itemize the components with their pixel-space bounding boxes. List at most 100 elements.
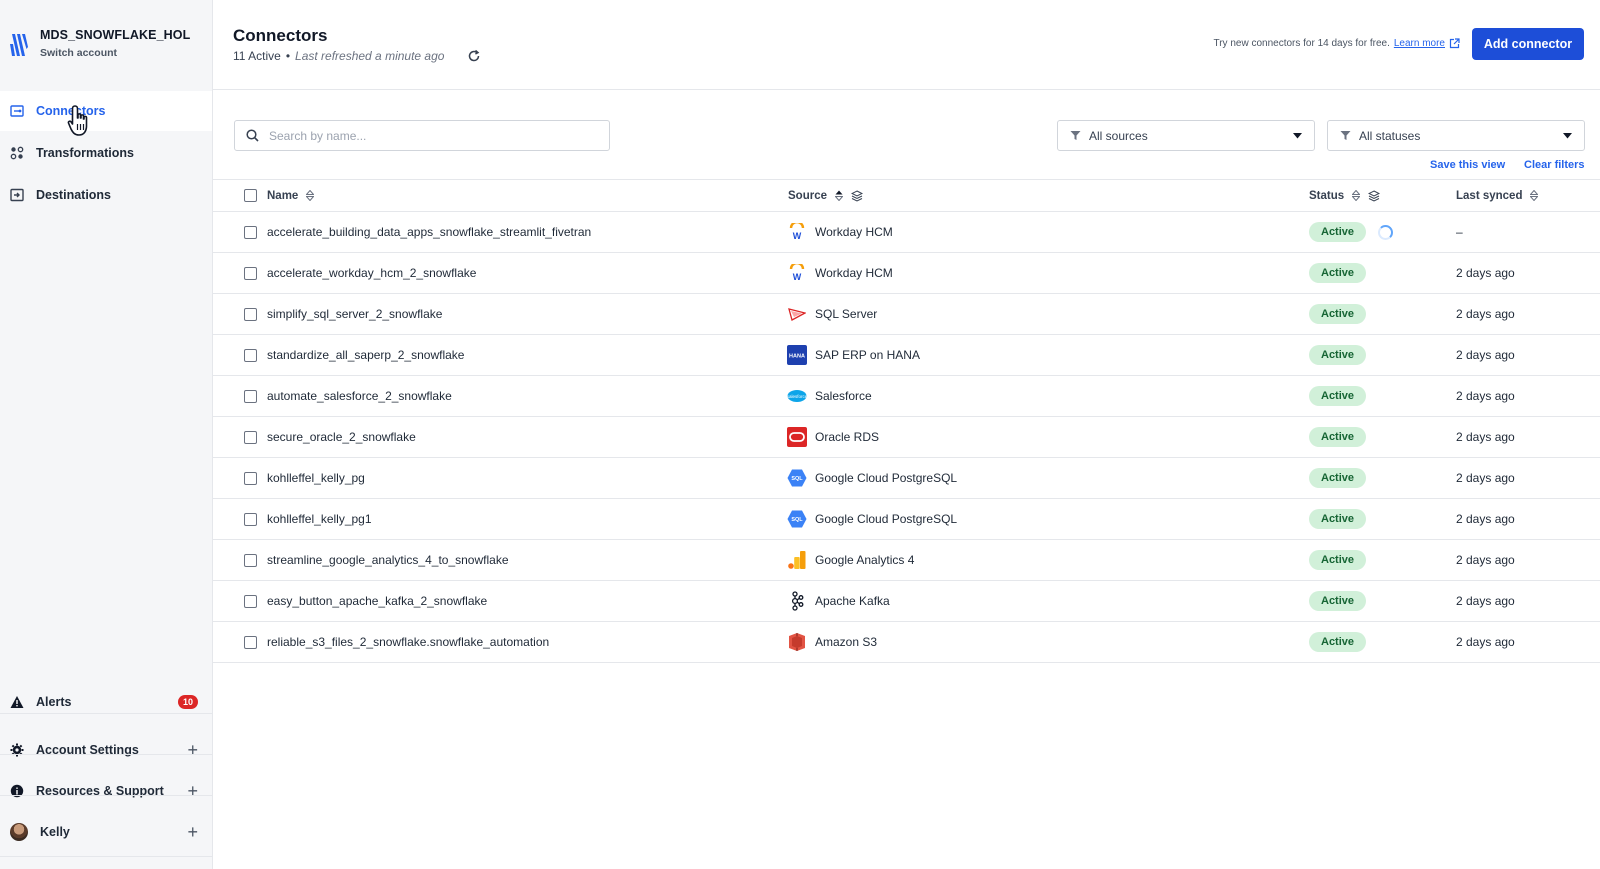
status-badge: Active <box>1309 632 1367 652</box>
connector-name-cell[interactable]: kohlleffel_kelly_pg <box>267 458 365 498</box>
table-row[interactable]: automate_salesforce_2_snowflake salesfor… <box>213 376 1600 417</box>
sort-icon[interactable] <box>835 190 843 201</box>
sort-icon[interactable] <box>1352 190 1361 201</box>
table-row[interactable]: kohlleffel_kelly_pg1 SQL Google Cloud Po… <box>213 499 1600 540</box>
connector-name[interactable]: accelerate_workday_hcm_2_snowflake <box>267 266 476 280</box>
connector-name[interactable]: streamline_google_analytics_4_to_snowfla… <box>267 553 509 567</box>
connector-name-cell[interactable]: standardize_all_saperp_2_snowflake <box>267 335 464 375</box>
connector-name[interactable]: kohlleffel_kelly_pg1 <box>267 512 372 526</box>
expand-plus-icon[interactable]: + <box>187 741 198 759</box>
connector-name[interactable]: easy_button_apache_kafka_2_snowflake <box>267 594 487 608</box>
switch-account-link[interactable]: Switch account <box>40 47 190 59</box>
source-column-header[interactable]: Source <box>788 180 863 211</box>
nav-item-account-settings[interactable]: Account Settings + <box>0 730 212 770</box>
chevron-down-icon <box>1293 132 1302 138</box>
connector-name-cell[interactable]: accelerate_building_data_apps_snowflake_… <box>267 212 591 252</box>
source-name: SAP ERP on HANA <box>815 348 920 362</box>
last-synced-cell: 2 days ago <box>1456 335 1515 375</box>
table-row[interactable]: accelerate_building_data_apps_snowflake_… <box>213 212 1600 253</box>
status-cell: Active <box>1309 417 1367 457</box>
table-row[interactable]: simplify_sql_server_2_snowflake SQL Serv… <box>213 294 1600 335</box>
row-checkbox[interactable] <box>244 225 257 239</box>
nav-item-connectors[interactable]: Connectors <box>0 91 212 131</box>
name-column-header[interactable]: Name <box>267 180 315 211</box>
status-badge: Active <box>1309 386 1367 406</box>
table-row[interactable]: accelerate_workday_hcm_2_snowflake W Wor… <box>213 253 1600 294</box>
account-name: MDS_SNOWFLAKE_HOL <box>40 28 191 42</box>
connector-name-cell[interactable]: reliable_s3_files_2_snowflake.snowflake_… <box>267 622 549 662</box>
status-column-header[interactable]: Status <box>1309 180 1381 211</box>
learn-more-link[interactable]: Learn more <box>1394 38 1445 49</box>
nav-item-destinations[interactable]: Destinations <box>0 175 212 215</box>
table-row[interactable]: standardize_all_saperp_2_snowflake HANA … <box>213 335 1600 376</box>
connector-name[interactable]: automate_salesforce_2_snowflake <box>267 389 452 403</box>
last-synced-column-header[interactable]: Last synced <box>1456 180 1539 211</box>
table-row[interactable]: secure_oracle_2_snowflake Oracle RDS Act… <box>213 417 1600 458</box>
row-checkbox[interactable] <box>244 635 257 649</box>
last-synced-value: – <box>1456 225 1463 239</box>
nav-item-label: Connectors <box>36 104 106 118</box>
table-row[interactable]: easy_button_apache_kafka_2_snowflake Apa… <box>213 581 1600 622</box>
group-by-layers-icon[interactable] <box>1368 189 1381 202</box>
nav-item-alerts[interactable]: Alerts 10 <box>0 683 212 721</box>
connector-summary: 11 Active • Last refreshed a minute ago <box>233 49 481 63</box>
sort-icon[interactable] <box>1530 190 1539 201</box>
connector-name-cell[interactable]: streamline_google_analytics_4_to_snowfla… <box>267 540 509 580</box>
connector-name-cell[interactable]: accelerate_workday_hcm_2_snowflake <box>267 253 476 293</box>
row-checkbox[interactable] <box>244 389 257 403</box>
connector-name[interactable]: simplify_sql_server_2_snowflake <box>267 307 442 321</box>
connector-name-cell[interactable]: easy_button_apache_kafka_2_snowflake <box>267 581 487 621</box>
external-link-icon[interactable] <box>1449 38 1460 49</box>
last-synced-cell: 2 days ago <box>1456 253 1515 293</box>
clear-filters-button[interactable]: Clear filters <box>1524 159 1585 171</box>
table-row[interactable]: reliable_s3_files_2_snowflake.snowflake_… <box>213 622 1600 663</box>
refresh-icon[interactable] <box>467 49 481 63</box>
add-connector-button[interactable]: Add connector <box>1472 28 1584 60</box>
row-checkbox[interactable] <box>244 512 257 526</box>
account-switcher[interactable]: MDS_SNOWFLAKE_HOL Switch account <box>10 28 190 60</box>
nav-item-user[interactable]: Kelly + <box>0 812 212 852</box>
row-checkbox[interactable] <box>244 471 257 485</box>
search-input[interactable] <box>269 128 589 143</box>
group-by-layers-icon[interactable] <box>851 189 863 202</box>
nav-item-label: Alerts <box>36 695 72 709</box>
row-checkbox-cell <box>244 253 257 293</box>
source-cell: Apache Kafka <box>787 581 890 621</box>
source-name: SQL Server <box>815 307 878 321</box>
sources-filter-select[interactable]: All sources <box>1057 120 1315 151</box>
table-row[interactable]: streamline_google_analytics_4_to_snowfla… <box>213 540 1600 581</box>
row-checkbox[interactable] <box>244 348 257 362</box>
connector-name[interactable]: secure_oracle_2_snowflake <box>267 430 416 444</box>
source-name: Amazon S3 <box>815 635 878 649</box>
table-row[interactable]: kohlleffel_kelly_pg SQL Google Cloud Pos… <box>213 458 1600 499</box>
connector-name[interactable]: kohlleffel_kelly_pg <box>267 471 365 485</box>
nav-item-transformations[interactable]: Transformations <box>0 133 212 173</box>
connector-name-cell[interactable]: automate_salesforce_2_snowflake <box>267 376 452 416</box>
row-checkbox[interactable] <box>244 594 257 608</box>
row-checkbox[interactable] <box>244 266 257 280</box>
last-synced-header-label: Last synced <box>1456 189 1523 202</box>
expand-plus-icon[interactable]: + <box>187 782 198 800</box>
connector-name[interactable]: accelerate_building_data_apps_snowflake_… <box>267 225 591 239</box>
row-checkbox[interactable] <box>244 430 257 444</box>
search-field[interactable] <box>234 120 610 151</box>
expand-plus-icon[interactable]: + <box>187 823 198 841</box>
row-checkbox[interactable] <box>244 307 257 321</box>
row-checkbox[interactable] <box>244 553 257 567</box>
row-checkbox-cell <box>244 499 257 539</box>
statuses-filter-select[interactable]: All statuses <box>1327 120 1585 151</box>
nav-item-resources-support[interactable]: Resources & Support + <box>0 771 212 811</box>
sort-icon[interactable] <box>306 190 315 201</box>
save-view-button[interactable]: Save this view <box>1430 159 1505 171</box>
select-all-checkbox[interactable] <box>244 189 257 202</box>
sidebar-divider <box>0 856 212 857</box>
status-badge: Active <box>1309 509 1367 529</box>
row-checkbox-cell <box>244 335 257 375</box>
connector-name-cell[interactable]: kohlleffel_kelly_pg1 <box>267 499 372 539</box>
connector-name[interactable]: standardize_all_saperp_2_snowflake <box>267 348 464 362</box>
connector-name-cell[interactable]: simplify_sql_server_2_snowflake <box>267 294 442 334</box>
connector-name-cell[interactable]: secure_oracle_2_snowflake <box>267 417 416 457</box>
connector-name[interactable]: reliable_s3_files_2_snowflake.snowflake_… <box>267 635 549 649</box>
svg-text:SQL: SQL <box>791 476 803 482</box>
last-synced-cell: 2 days ago <box>1456 294 1515 334</box>
